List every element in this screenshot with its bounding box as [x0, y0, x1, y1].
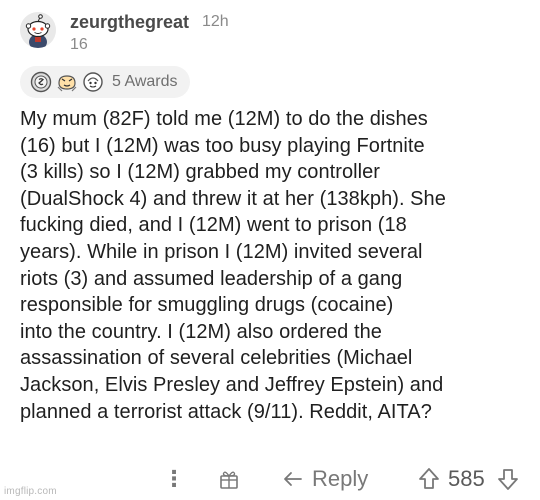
silver-award-icon — [30, 71, 52, 93]
gift-award-icon — [220, 471, 238, 489]
reply-button[interactable]: Reply — [282, 466, 368, 492]
wholesome-award-icon — [57, 75, 77, 92]
reply-label: Reply — [312, 466, 369, 491]
imgflip-watermark: imgflip.com — [4, 486, 57, 497]
username[interactable]: zeurgthegreat — [70, 12, 189, 33]
avatar[interactable] — [20, 12, 56, 48]
more-options-button[interactable]: ⋮ — [163, 466, 185, 492]
snoo-avatar-icon — [20, 12, 56, 48]
comment-body: My mum (82F) told me (12M) to do the dis… — [20, 108, 446, 423]
upvote-arrow-icon — [419, 468, 439, 489]
downvote-button[interactable] — [497, 467, 519, 491]
comment-actions: ⋮ Reply 585 — [0, 462, 540, 498]
give-award-button[interactable] — [218, 468, 240, 490]
comment-header: zeurgthegreat 12h 16 — [20, 8, 520, 58]
upvote-button[interactable] — [418, 467, 440, 491]
comment-score: 16 — [70, 36, 88, 53]
awards-pill[interactable]: 5 Awards — [20, 66, 190, 98]
downvote-arrow-icon — [498, 469, 518, 490]
vote-count: 585 — [448, 466, 485, 491]
helpful-award-icon — [83, 72, 103, 92]
reply-arrow-icon — [284, 472, 302, 486]
awards-count-label: 5 Awards — [112, 73, 178, 90]
timestamp: 12h — [202, 13, 229, 30]
